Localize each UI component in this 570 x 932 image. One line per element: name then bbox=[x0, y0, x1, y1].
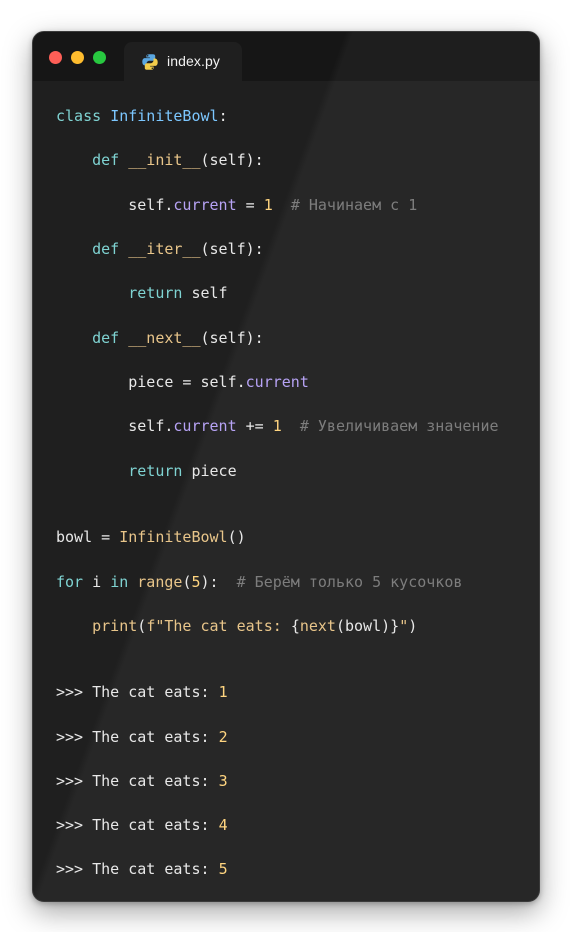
class-call-token: InfiniteBowl bbox=[119, 528, 228, 546]
function-name-token: __iter__ bbox=[128, 240, 201, 258]
output-value: 1 bbox=[218, 683, 228, 701]
keyword-token: class bbox=[56, 107, 102, 125]
code-line-7: piece = self.current bbox=[128, 373, 309, 391]
code-line-8: self.current += 1 # Увеличиваем значение bbox=[128, 417, 499, 435]
number-token: 5 bbox=[191, 573, 201, 591]
code-line-11: for i in range(5): # Берём только 5 кусо… bbox=[56, 573, 463, 591]
code-line-3: self.current = 1 # Начинаем с 1 bbox=[128, 196, 418, 214]
keyword-token: return bbox=[128, 284, 183, 302]
number-token: 1 bbox=[272, 417, 282, 435]
code-area: class InfiniteBowl: def __init__(self): … bbox=[33, 32, 539, 901]
string-token: " bbox=[399, 617, 409, 635]
keyword-token: def bbox=[92, 329, 120, 347]
number-token: 1 bbox=[263, 196, 273, 214]
function-name-token: next bbox=[299, 617, 336, 635]
output-value: 2 bbox=[218, 728, 228, 746]
output-line-3: >>> The cat eats: 3 bbox=[56, 772, 228, 790]
output-value: 3 bbox=[218, 772, 228, 790]
keyword-token: def bbox=[92, 240, 120, 258]
code-line-10: bowl = InfiniteBowl() bbox=[56, 528, 246, 546]
function-name-token: print bbox=[92, 617, 138, 635]
comment-token: # Берём только 5 кусочков bbox=[236, 573, 463, 591]
keyword-token: for bbox=[56, 573, 84, 591]
class-name-token: InfiniteBowl bbox=[110, 107, 219, 125]
code-line-9: return piece bbox=[128, 462, 237, 480]
comment-token: # Начинаем с 1 bbox=[290, 196, 418, 214]
output-value: 4 bbox=[218, 816, 228, 834]
string-token: f"The cat eats: bbox=[146, 617, 291, 635]
code-line-5: return self bbox=[128, 284, 228, 302]
keyword-token: def bbox=[92, 151, 120, 169]
function-name-token: range bbox=[137, 573, 183, 591]
code-window: index.py class InfiniteBowl: def __init_… bbox=[32, 31, 540, 902]
attribute-token: current bbox=[173, 417, 237, 435]
output-line-4: >>> The cat eats: 4 bbox=[56, 816, 228, 834]
code-line-1: class InfiniteBowl: bbox=[56, 107, 228, 125]
code-line-6: def __next__(self): bbox=[92, 329, 264, 347]
comment-token: # Увеличиваем значение bbox=[299, 417, 499, 435]
keyword-token: in bbox=[110, 573, 129, 591]
output-line-5: >>> The cat eats: 5 bbox=[56, 860, 228, 878]
attribute-token: current bbox=[173, 196, 237, 214]
output-value: 5 bbox=[218, 860, 228, 878]
function-name-token: __init__ bbox=[128, 151, 201, 169]
code-line-4: def __iter__(self): bbox=[92, 240, 264, 258]
attribute-token: current bbox=[245, 373, 309, 391]
function-name-token: __next__ bbox=[128, 329, 201, 347]
output-line-2: >>> The cat eats: 2 bbox=[56, 728, 228, 746]
keyword-token: return bbox=[128, 462, 183, 480]
code-line-2: def __init__(self): bbox=[92, 151, 264, 169]
code-line-12: print(f"The cat eats: {next(bowl)}") bbox=[92, 617, 418, 635]
output-line-1: >>> The cat eats: 1 bbox=[56, 683, 228, 701]
